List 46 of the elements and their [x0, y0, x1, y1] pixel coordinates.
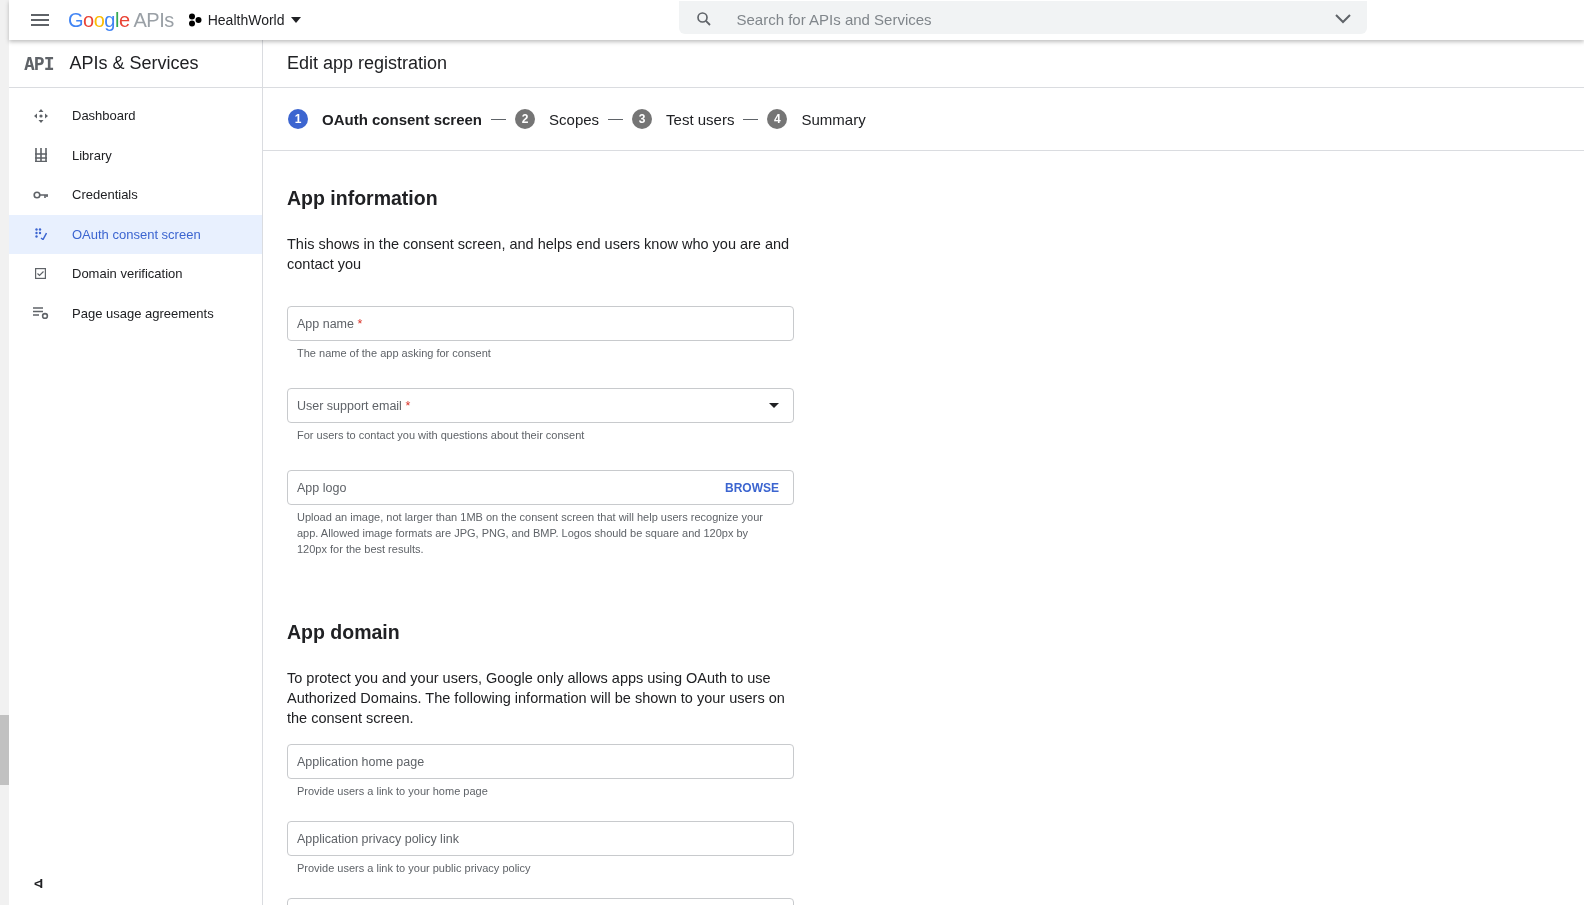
library-icon [34, 148, 47, 163]
sidebar-item[interactable]: Page usage agreements [9, 293, 262, 333]
text-field[interactable]: App name * [287, 306, 794, 341]
sidebar-item[interactable]: OAuth consent screen [9, 214, 262, 254]
step-tab[interactable]: 1 OAuth consent screen [288, 109, 483, 129]
field-hint: Upload an image, not larger than 1MB on the consent screen that will help users recognize your app. Allowed image formats are JPG, PNG, and BMP. Logos should be square and 120px by 120px for the best results. [297, 510, 764, 557]
text-field[interactable]: Application home page [287, 744, 794, 779]
browse-button[interactable]: BROWSE [725, 480, 779, 495]
checkbox-icon [35, 268, 46, 280]
section-title: App domain [287, 621, 401, 644]
project-icon [187, 13, 202, 27]
key-icon [33, 190, 48, 199]
sidebar-item[interactable]: Library [9, 135, 262, 175]
project-selector[interactable]: HealthWorld [187, 12, 301, 28]
brand-logo[interactable]: Google APIs [68, 8, 174, 32]
section-title: App information [287, 187, 439, 210]
step-tab[interactable]: 4 Summary [767, 109, 866, 129]
file-upload-field[interactable]: App logo BROWSE [287, 470, 794, 505]
field-hint: Provide users a link to your home page [297, 784, 489, 799]
chevron-down-icon [1334, 14, 1351, 24]
search-input[interactable]: Search for APIs and Services [734, 9, 1335, 29]
step-tab[interactable]: 2 Scopes [515, 109, 600, 129]
search-icon [694, 10, 713, 28]
menu-icon[interactable] [31, 14, 49, 26]
caret-icon [290, 17, 301, 23]
field-hint: Provide users a link to your public privacy policy [297, 861, 532, 876]
caret-icon [769, 403, 779, 408]
step-tab[interactable]: 3 Test users [632, 109, 735, 129]
field-hint: For users to contact you with questions about their consent [297, 428, 586, 443]
collapse-button[interactable]: <I [34, 876, 42, 891]
section-description: This shows in the consent screen, and helps end users know who you are and contact you [287, 235, 791, 274]
dotted-check-icon [34, 228, 47, 241]
list-settings-icon [32, 307, 49, 320]
api-logo: API [24, 53, 54, 74]
text-field[interactable]: Application privacy policy link [287, 821, 794, 856]
sidebar-item[interactable]: Domain verification [9, 254, 262, 294]
sidebar-item[interactable]: Credentials [9, 175, 262, 215]
page-title: Edit app registration [287, 53, 448, 74]
move-arrows-icon [33, 108, 48, 123]
scrollbar[interactable] [0, 0, 9, 905]
sidebar-title: APIs & Services [69, 53, 199, 74]
sidebar-item[interactable]: Dashboard [9, 96, 262, 136]
field-hint: The name of the app asking for consent [297, 346, 492, 361]
section-description: To protect you and your users, Google only allows apps using OAuth to use Authorized Domains. The following information will be shown to your users on the consent screen. [287, 669, 786, 728]
search-field[interactable]: Search for APIs and Services [678, 0, 1367, 34]
dropdown-field[interactable]: User support email * [287, 388, 794, 423]
